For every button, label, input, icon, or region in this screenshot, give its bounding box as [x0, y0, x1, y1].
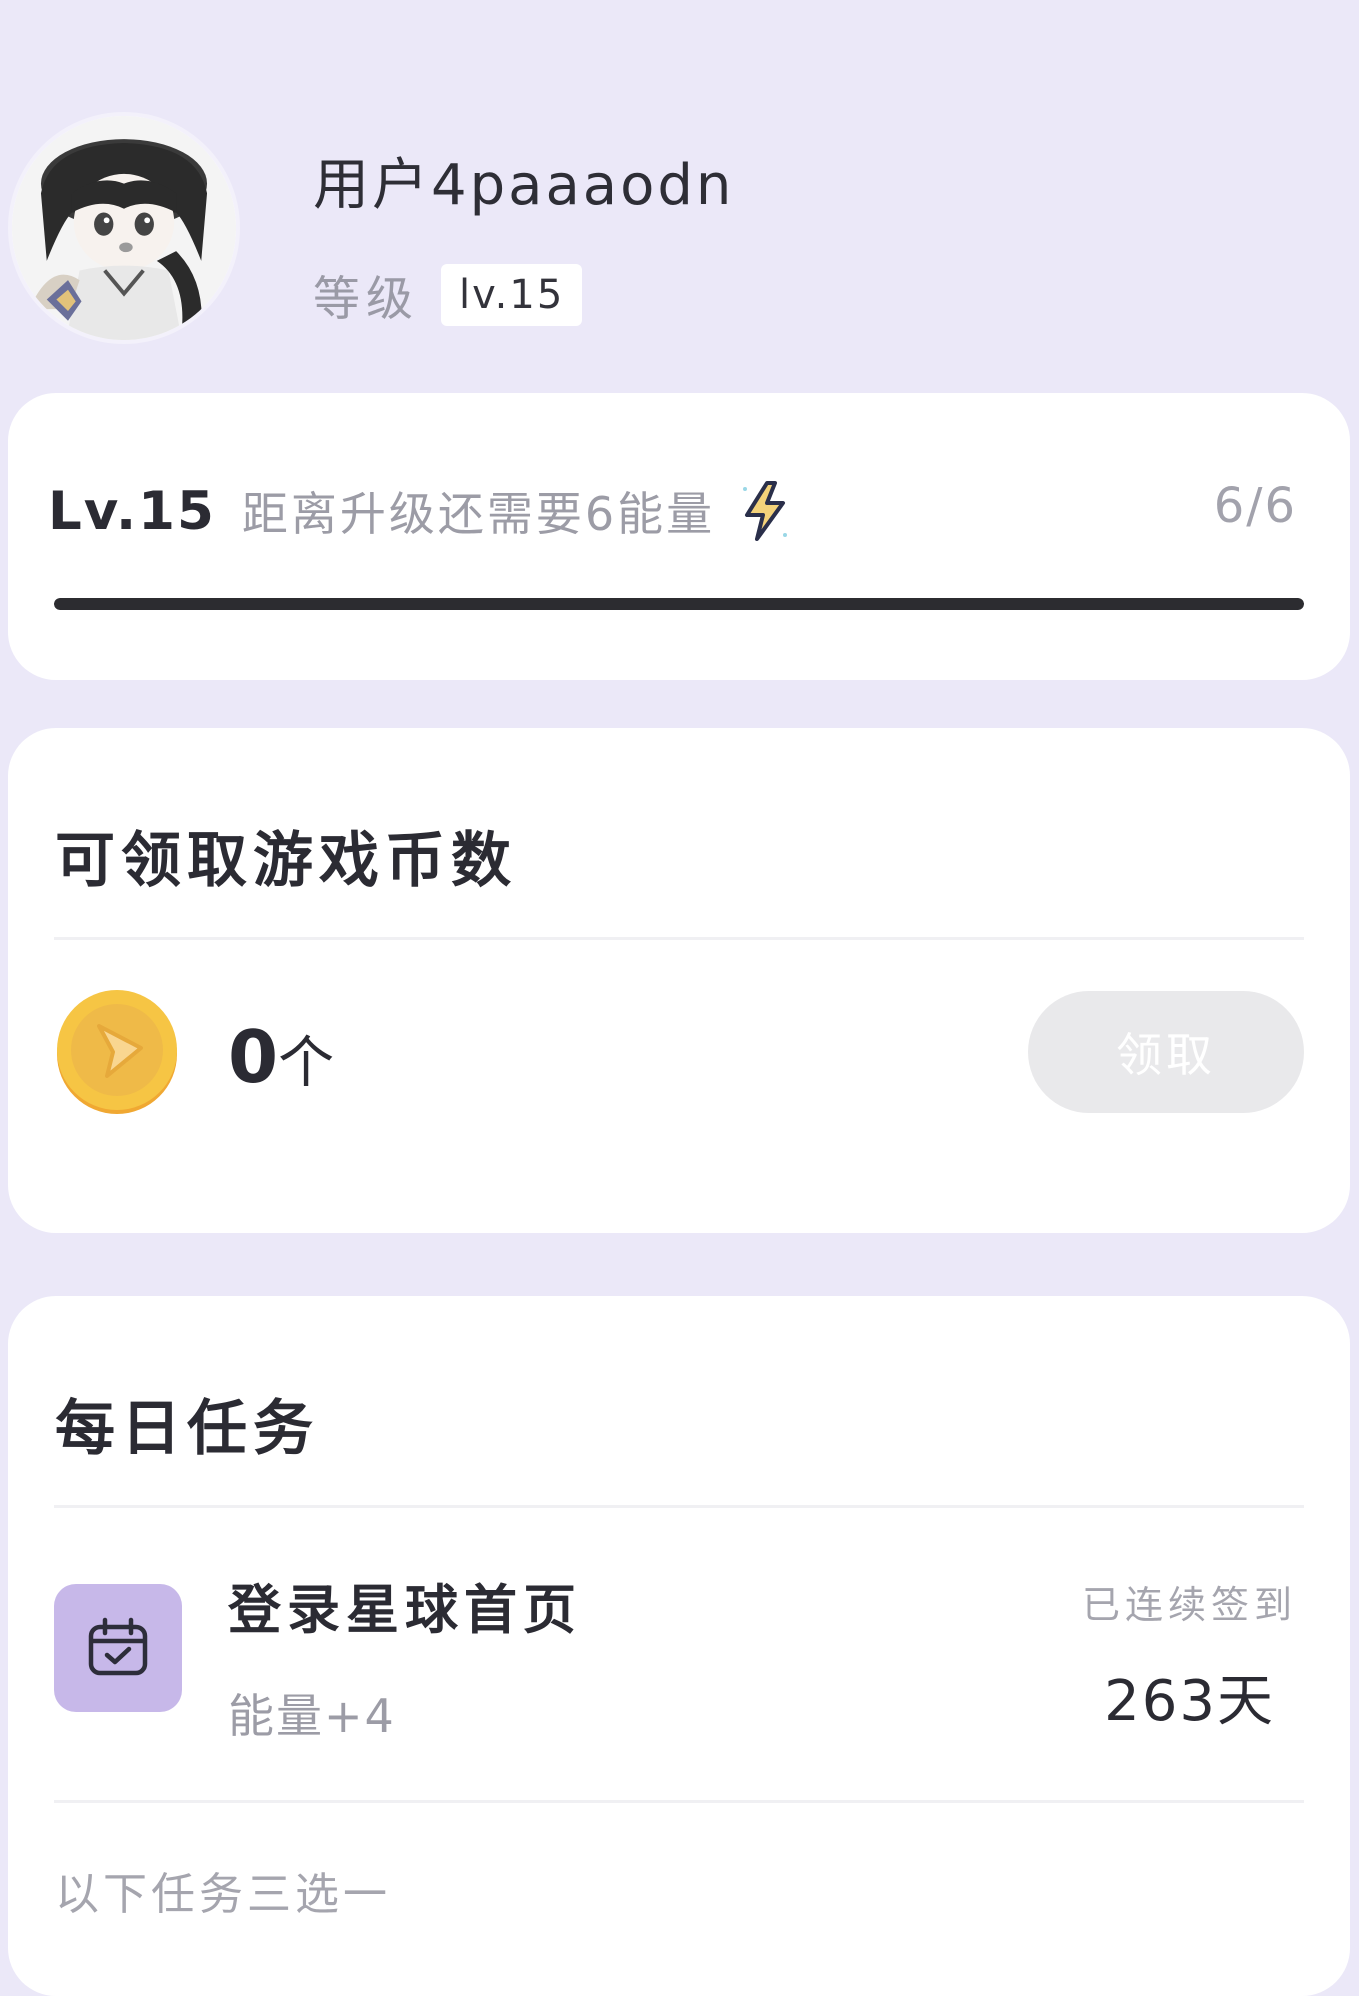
streak-days: 263天: [1104, 1669, 1275, 1734]
level-progress-bar: [54, 598, 1304, 610]
user-avatar[interactable]: [8, 112, 240, 344]
subtask-divider: [54, 1800, 1304, 1803]
lightning-bolt-icon: [743, 481, 788, 541]
username: 用户4paaaodn: [313, 153, 735, 218]
profile-header: 用户4paaaodn 等级 lv.15: [0, 0, 1359, 390]
task-reward: 能量+4: [228, 1689, 396, 1743]
level-row: 等级 lv.15: [313, 260, 583, 329]
task-icon-box: [54, 1584, 182, 1712]
level-progress-header: Lv.15 距离升级还需要6能量: [48, 478, 793, 544]
upgrade-hint: 距离升级还需要6能量: [241, 487, 716, 541]
level-progress-fill: [54, 598, 1304, 610]
avatar-illustration: [12, 116, 236, 340]
task-title: 登录星球首页: [228, 1580, 582, 1641]
streak-label: 已连续签到: [1081, 1583, 1297, 1627]
coin-count-unit: 个: [278, 1031, 335, 1096]
level-progress-count: 6/6: [1213, 478, 1297, 534]
level-caption: 等级: [313, 272, 419, 327]
daily-tasks-divider: [54, 1505, 1304, 1508]
level-badge: lv.15: [441, 263, 583, 326]
claim-button[interactable]: 领取: [1028, 991, 1304, 1113]
coin-count-number: 0: [228, 1015, 279, 1099]
daily-tasks-title: 每日任务: [55, 1394, 319, 1464]
game-coin-icon: [57, 990, 177, 1114]
coins-card-divider: [54, 937, 1304, 940]
current-level: Lv.15: [48, 480, 216, 542]
coins-card-title: 可领取游戏币数: [55, 826, 517, 896]
claimable-coins-card: [8, 728, 1350, 1233]
choose-one-caption: 以下任务三选一: [55, 1869, 391, 1920]
claimable-coin-count: 0个: [228, 1015, 334, 1099]
calendar-check-icon: [88, 1617, 148, 1676]
